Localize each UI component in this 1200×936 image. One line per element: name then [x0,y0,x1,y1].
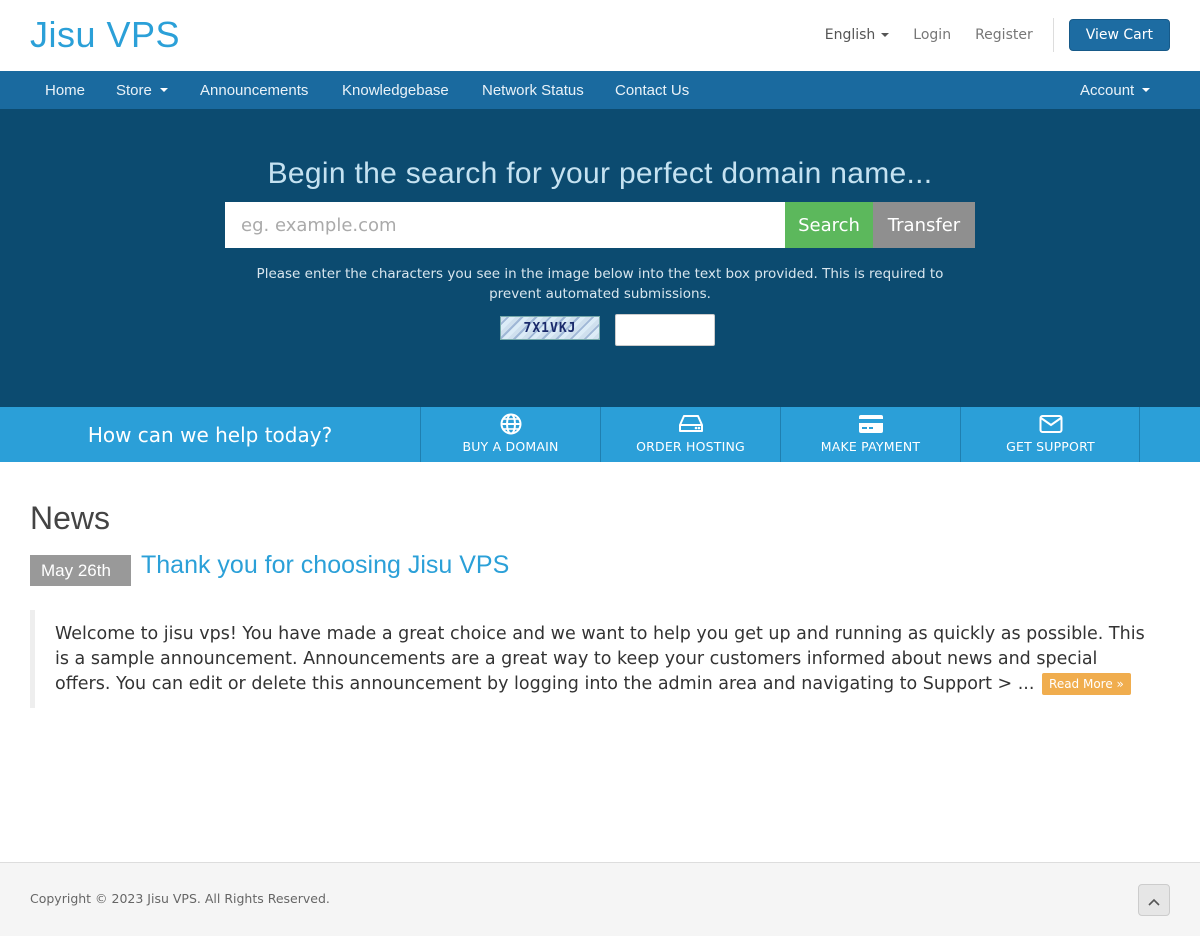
nav-announcements[interactable]: Announcements [200,71,308,109]
nav-contact-us-label: Contact Us [615,81,690,99]
make-payment-button[interactable]: MAKE PAYMENT [780,407,960,462]
domain-search-hero: Begin the search for your perfect domain… [0,109,1200,407]
language-label: English [824,27,876,43]
news-article-body: Welcome to jisu vps! You have made a gre… [55,624,1145,694]
register-link[interactable]: Register [975,27,1033,43]
envelope-icon [1039,413,1063,435]
chevron-up-icon [1148,891,1160,910]
chevron-down-icon [159,88,168,92]
search-button[interactable]: Search [785,202,873,248]
get-support-button[interactable]: GET SUPPORT [960,407,1140,462]
domain-search-input[interactable] [225,202,785,248]
read-more-button[interactable]: Read More » [1042,673,1131,695]
order-hosting-button[interactable]: ORDER HOSTING [600,407,780,462]
get-support-label: GET SUPPORT [1006,439,1095,454]
hero-title: Begin the search for your perfect domain… [267,157,933,190]
news-date-badge: May 26th [30,555,131,586]
nav-network-status[interactable]: Network Status [482,71,584,109]
nav-announcements-label: Announcements [200,81,309,99]
nav-home-label: Home [45,81,86,99]
view-cart-button[interactable]: View Cart [1068,19,1170,51]
nav-contact-us[interactable]: Contact Us [615,71,689,109]
transfer-button[interactable]: Transfer [873,202,975,248]
nav-store-label: Store [116,81,152,99]
top-links: English Login Register View Cart [825,18,1170,52]
buy-domain-button[interactable]: BUY A DOMAIN [420,407,600,462]
help-title: How can we help today? [87,422,333,447]
captcha-image: 7X1VKJ [500,316,600,340]
help-bar: How can we help today? BUY A DOMAIN ORDE… [0,407,1200,462]
buy-domain-label: BUY A DOMAIN [462,439,559,454]
nav-network-status-label: Network Status [482,81,584,99]
language-selector[interactable]: English [825,27,890,43]
nav-account-label: Account [1080,81,1135,99]
make-payment-label: MAKE PAYMENT [820,439,921,454]
site-logo[interactable]: Jisu VPS [30,14,180,56]
hard-drive-icon [678,413,704,435]
footer: Copyright © 2023 Jisu VPS. All Rights Re… [0,862,1200,936]
credit-card-icon [858,413,884,435]
copyright-text: Copyright © 2023 Jisu VPS. All Rights Re… [30,891,330,906]
login-link[interactable]: Login [913,27,951,43]
nav-knowledgebase[interactable]: Knowledgebase [342,71,449,109]
captcha-instructions: Please enter the characters you see in t… [256,266,944,302]
order-hosting-label: ORDER HOSTING [636,439,745,454]
header: Jisu VPS English Login Register View Car… [0,0,1200,71]
divider [1052,18,1054,52]
news-article-excerpt: Welcome to jisu vps! You have made a gre… [30,610,1170,708]
chevron-down-icon [881,33,890,37]
main-nav: Home Store Announcements Knowledgebase N… [0,71,1200,109]
news-article-title[interactable]: Thank you for choosing Jisu VPS [141,551,509,580]
nav-store[interactable]: Store [116,71,168,109]
nav-home[interactable]: Home [45,71,85,109]
chevron-down-icon [1142,88,1151,92]
back-to-top-button[interactable] [1138,884,1170,916]
nav-account[interactable]: Account [1080,71,1151,109]
nav-knowledgebase-label: Knowledgebase [342,81,449,99]
divider [1139,407,1140,462]
captcha-input[interactable] [615,314,715,346]
news-heading: News [30,500,111,536]
globe-icon [500,413,522,435]
